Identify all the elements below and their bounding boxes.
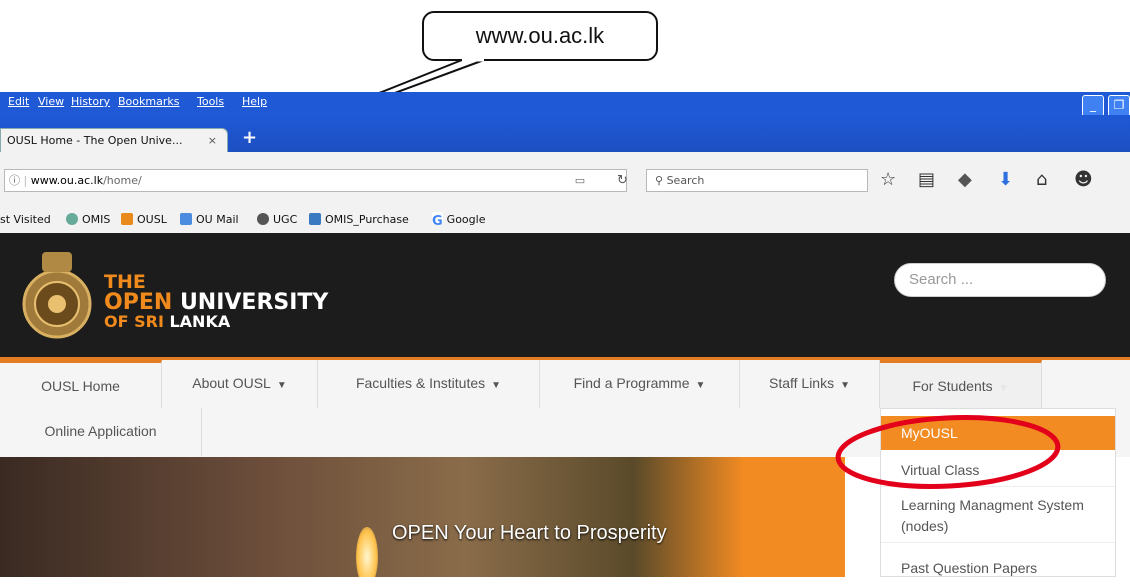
- flame-icon: [356, 527, 378, 577]
- google-icon: G: [432, 212, 443, 229]
- nav-find-a-programme[interactable]: Find a Programme ▼: [540, 360, 740, 408]
- callout-bubble: www.ou.ac.lk: [422, 11, 658, 61]
- browser-tab[interactable]: OUSL Home - The Open Unive... ×: [0, 128, 228, 153]
- mail-icon: [180, 213, 192, 225]
- for-students-dropdown: MyOUSL Virtual Class Learning Managment …: [880, 408, 1116, 577]
- tab-title: OUSL Home - The Open Unive...: [7, 134, 183, 147]
- search-placeholder: Search: [666, 174, 705, 187]
- menu-view[interactable]: View: [38, 95, 64, 108]
- university-crest-icon[interactable]: [20, 246, 94, 348]
- bookmark-ou-mail[interactable]: OU Mail: [180, 210, 239, 230]
- chevron-down-icon: ▼: [276, 380, 287, 391]
- minimize-icon[interactable]: _: [1082, 95, 1104, 117]
- bookmark-omis[interactable]: OMIS: [66, 210, 110, 230]
- menu-history[interactable]: History: [71, 95, 110, 108]
- menu-edit[interactable]: Edit: [8, 95, 29, 108]
- tab-bar: OUSL Home - The Open Unive... × +: [0, 115, 1130, 153]
- nav-faculties-institutes[interactable]: Faculties & Institutes ▼: [318, 360, 540, 408]
- menu-help[interactable]: Help: [242, 95, 267, 108]
- url-host: www.ou.ac.lk: [30, 174, 104, 187]
- bookmarks-menu-icon[interactable]: ▤: [918, 169, 935, 190]
- url-path: /home/: [103, 174, 142, 187]
- bookmark-omis-purchase[interactable]: OMIS_Purchase: [309, 210, 409, 230]
- browser-search-input[interactable]: ⚲ Search: [646, 169, 868, 192]
- nav-for-students[interactable]: For Students ▼: [880, 360, 1042, 408]
- dropdown-item-myousl[interactable]: MyOUSL: [881, 416, 1115, 450]
- dropdown-item-virtual-class[interactable]: Virtual Class: [881, 453, 1115, 487]
- nav-ousl-home[interactable]: OUSL Home: [0, 360, 162, 408]
- menu-bar: Edit View History Bookmarks Tools Help _…: [0, 92, 1130, 117]
- nav-online-application[interactable]: Online Application: [0, 408, 202, 456]
- download-icon[interactable]: ⬇: [998, 169, 1013, 190]
- bookmark-ousl[interactable]: OUSL: [121, 210, 167, 230]
- nav-staff-links[interactable]: Staff Links ▼: [740, 360, 880, 408]
- menu-tools[interactable]: Tools: [197, 95, 224, 108]
- search-icon: ⚲: [655, 174, 664, 187]
- chevron-down-icon: ▼: [695, 380, 706, 391]
- maximize-icon[interactable]: ❐: [1108, 95, 1130, 117]
- nav-about-ousl[interactable]: About OUSL ▼: [162, 360, 318, 408]
- chevron-down-icon: ▼: [491, 380, 502, 391]
- bookmark-google[interactable]: G Google: [432, 210, 485, 230]
- chevron-down-icon: ▼: [998, 383, 1009, 394]
- bookmark-most-visited[interactable]: st Visited: [0, 210, 51, 230]
- info-icon[interactable]: ⓘ: [9, 174, 20, 187]
- menu-bookmarks[interactable]: Bookmarks: [118, 95, 179, 108]
- chevron-down-icon: ▼: [840, 380, 851, 391]
- navigation-toolbar: ⓘ | www.ou.ac.lk/home/ ▭ ↻ ⚲ Search ☆ ▤ …: [0, 152, 1130, 210]
- dropdown-item-lms[interactable]: Learning Managment System (nodes): [881, 495, 1115, 543]
- bookmarks-bar: st Visited OMIS OUSL OU Mail UGC OMIS_Pu…: [0, 210, 1130, 233]
- university-wordmark[interactable]: THE OPEN UNIVERSITY OF SRI LANKA: [104, 273, 328, 330]
- new-tab-button[interactable]: +: [242, 127, 257, 148]
- ousl-icon: [121, 213, 133, 225]
- reader-view-icon[interactable]: ▭: [569, 170, 591, 191]
- home-icon[interactable]: ⌂: [1036, 169, 1047, 190]
- people-icon: [309, 213, 321, 225]
- address-bar[interactable]: ⓘ | www.ou.ac.lk/home/ ▭ ↻: [4, 169, 628, 192]
- site-search-input[interactable]: Search ...: [894, 263, 1106, 297]
- bookmark-star-icon[interactable]: ☆: [880, 169, 896, 190]
- pocket-icon[interactable]: ◆: [958, 169, 972, 190]
- dropdown-item-past-papers[interactable]: Past Question Papers: [881, 551, 1115, 585]
- site-header: THE OPEN UNIVERSITY OF SRI LANKA Search …: [0, 233, 1130, 357]
- hero-tagline: OPEN Your Heart to Prosperity: [392, 522, 667, 544]
- close-tab-icon[interactable]: ×: [208, 129, 217, 153]
- reload-icon[interactable]: ↻: [617, 170, 628, 191]
- hero-banner: OPEN Your Heart to Prosperity: [0, 457, 845, 577]
- globe-icon: [66, 213, 78, 225]
- bookmark-ugc[interactable]: UGC: [257, 210, 297, 230]
- ugc-icon: [257, 213, 269, 225]
- chat-icon[interactable]: ☻: [1074, 169, 1093, 190]
- callout-text: www.ou.ac.lk: [475, 23, 605, 48]
